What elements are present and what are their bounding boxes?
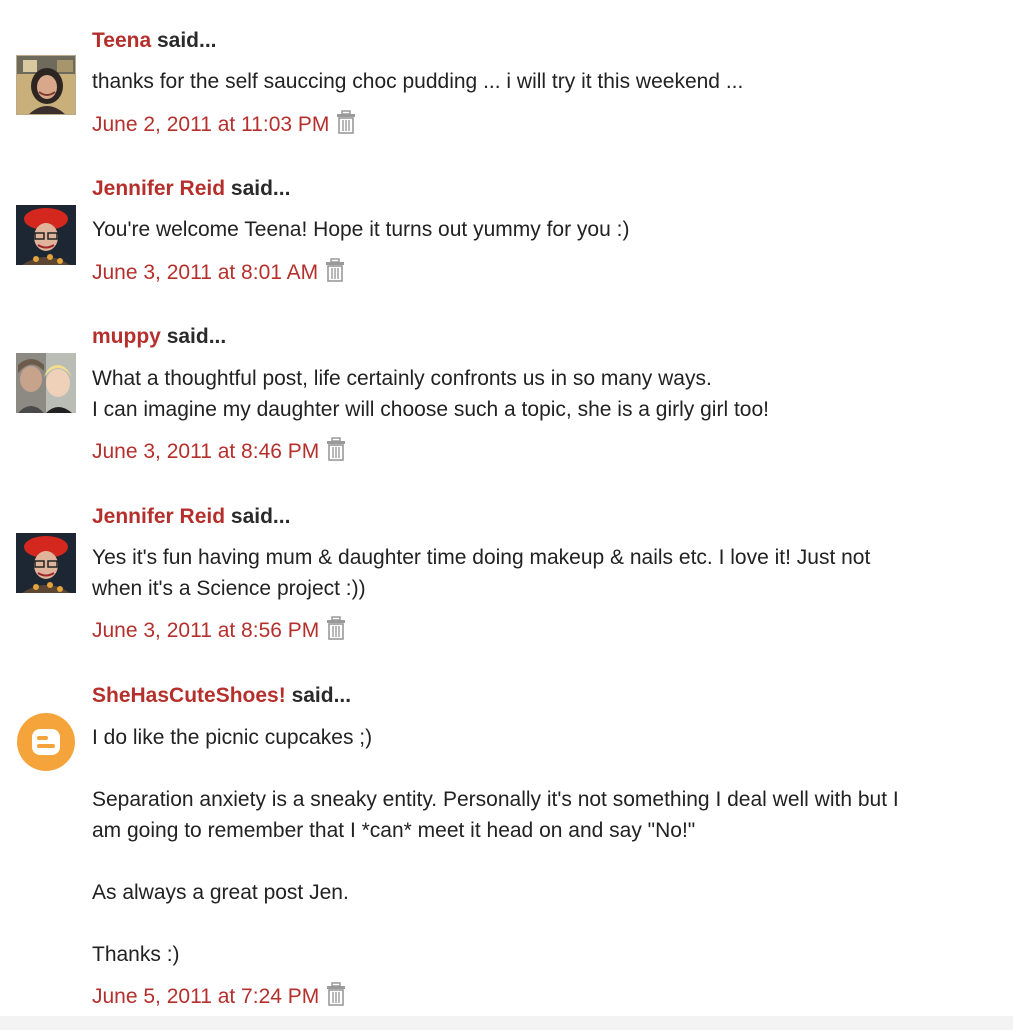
author-line: Jennifer Reid said... [92,504,290,530]
person-photo-icon [17,56,75,114]
trash-icon[interactable] [335,110,357,134]
trash-icon[interactable] [325,616,347,640]
trash-icon[interactable] [325,437,347,461]
comment-meta: June 3, 2011 at 8:46 PM [92,437,347,465]
author-link[interactable]: muppy [92,325,161,348]
said-label: said... [291,684,352,707]
comment-paragraph: Thanks :) [92,943,180,966]
timestamp-link[interactable]: June 3, 2011 at 8:56 PM [92,618,319,644]
comment-body: thanks for the self sauccing choc puddin… [92,66,972,97]
timestamp-link[interactable]: June 2, 2011 at 11:03 PM [92,112,329,138]
comment-meta: June 3, 2011 at 8:56 PM [92,616,347,644]
comment-paragraph: As always a great post Jen. [92,881,349,904]
avatar[interactable] [16,353,76,413]
comment-meta: June 5, 2011 at 7:24 PM [92,982,347,1010]
timestamp-link[interactable]: June 3, 2011 at 8:01 AM [92,260,318,286]
two-people-photo-icon [16,353,76,413]
comment-paragraph: when it's a Science project :)) [92,577,366,600]
author-line: muppy said... [92,324,226,350]
comment-paragraph: am going to remember that I *can* meet i… [92,819,696,842]
comment-body: You're welcome Teena! Hope it turns out … [92,214,972,245]
said-label: said... [230,177,291,200]
comment-paragraph: What a thoughtful post, life certainly c… [92,367,712,390]
timestamp-link[interactable]: June 3, 2011 at 8:46 PM [92,439,319,465]
person-red-hat-photo-icon [16,205,76,265]
author-link[interactable]: Teena [92,29,151,52]
author-link[interactable]: SheHasCuteShoes! [92,684,286,707]
timestamp-link[interactable]: June 5, 2011 at 7:24 PM [92,984,319,1010]
said-label: said... [166,325,227,348]
said-label: said... [230,505,291,528]
blogger-logo-icon [16,712,76,772]
trash-icon[interactable] [325,982,347,1006]
said-label: said... [156,29,217,52]
comment-body: Yes it's fun having mum & daughter time … [92,542,972,604]
author-line: Teena said... [92,28,217,54]
person-red-hat-photo-icon [16,533,76,593]
author-line: Jennifer Reid said... [92,176,290,202]
avatar[interactable] [16,205,76,265]
author-line: SheHasCuteShoes! said... [92,683,351,709]
avatar[interactable] [16,533,76,593]
comment-paragraph: thanks for the self sauccing choc puddin… [92,70,744,93]
comment-paragraph: You're welcome Teena! Hope it turns out … [92,218,630,241]
avatar[interactable] [16,55,76,115]
comment-meta: June 2, 2011 at 11:03 PM [92,110,357,138]
comments-list: Teena said... thanks for the self saucci… [0,0,1013,1030]
comment-body: I do like the picnic cupcakes ;) Separat… [92,722,972,970]
comment-paragraph: I do like the picnic cupcakes ;) [92,726,373,749]
page-bottom-edge [0,1016,1013,1030]
comment-body: What a thoughtful post, life certainly c… [92,363,972,425]
comment-paragraph: I can imagine my daughter will choose su… [92,398,769,421]
comment-paragraph: Yes it's fun having mum & daughter time … [92,546,871,569]
avatar[interactable] [16,712,76,772]
author-link[interactable]: Jennifer Reid [92,505,225,528]
comment-meta: June 3, 2011 at 8:01 AM [92,258,346,286]
comment-paragraph: Separation anxiety is a sneaky entity. P… [92,788,899,811]
author-link[interactable]: Jennifer Reid [92,177,225,200]
trash-icon[interactable] [324,258,346,282]
